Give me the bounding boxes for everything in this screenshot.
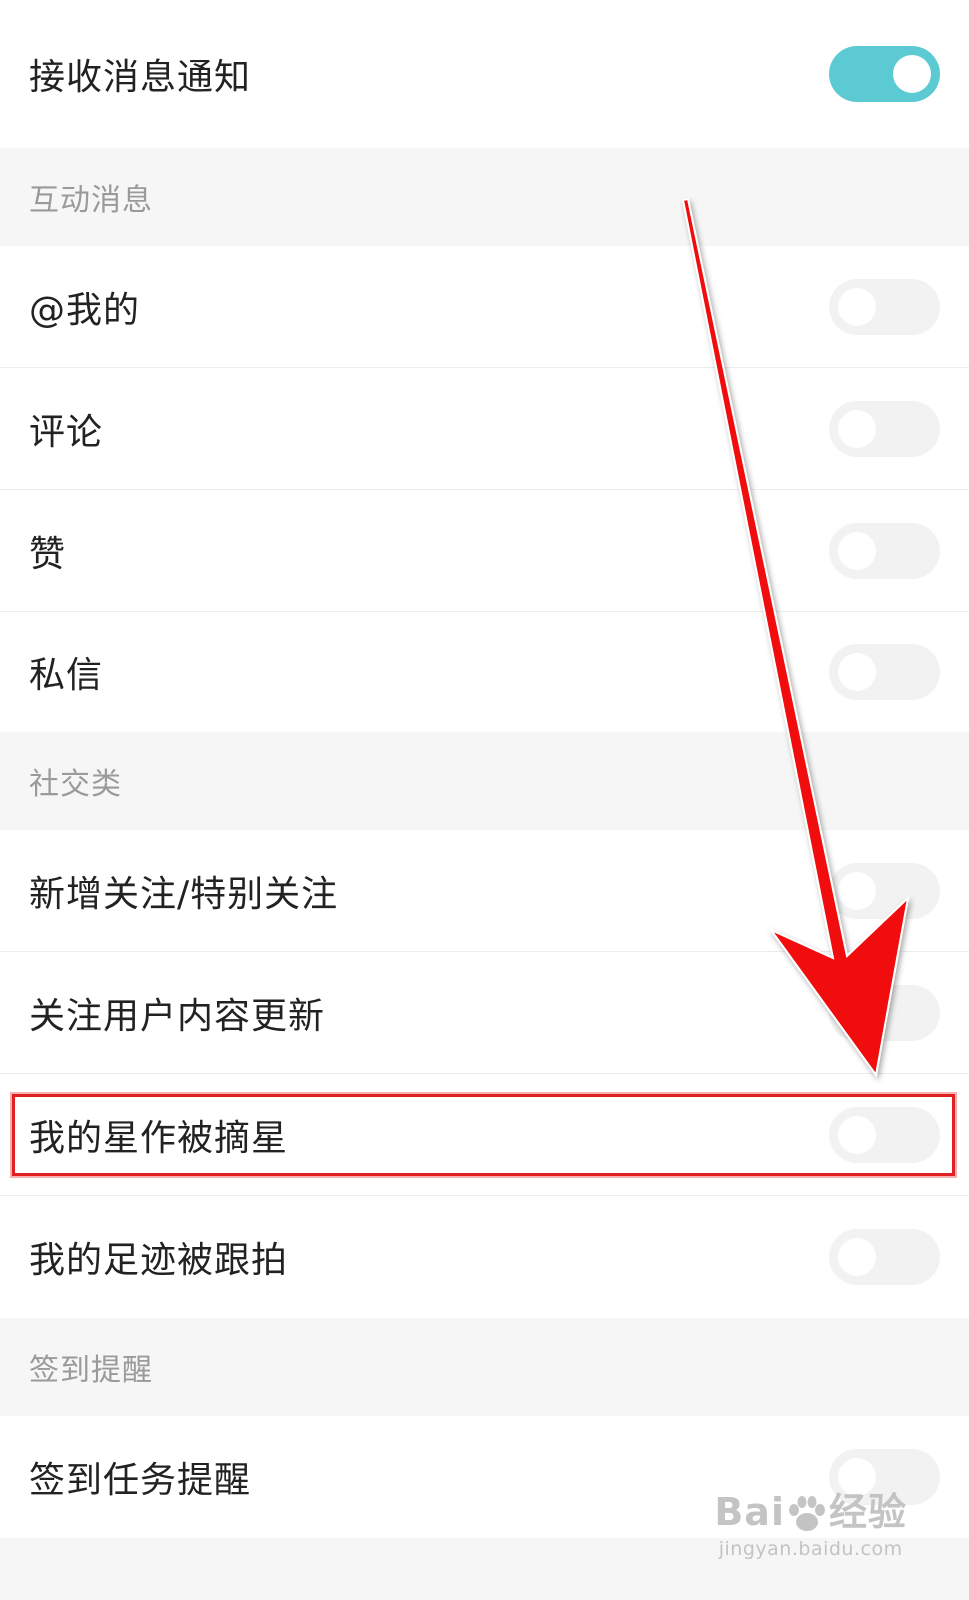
setting-label: 私信 — [29, 655, 104, 696]
star-work-starred-toggle[interactable] — [829, 1107, 940, 1163]
followed-updates-toggle[interactable] — [829, 985, 940, 1041]
toggle-knob — [838, 1238, 876, 1276]
setting-label: @我的 — [29, 290, 141, 331]
setting-row-comments[interactable]: 评论 — [0, 368, 969, 490]
setting-row-footprint-followed[interactable]: 我的足迹被跟拍 — [0, 1196, 969, 1318]
setting-label: 新增关注/特别关注 — [29, 874, 339, 915]
setting-label: 评论 — [29, 412, 104, 453]
section-title: 签到提醒 — [29, 1353, 153, 1388]
section-title: 社交类 — [29, 767, 122, 802]
toggle-knob — [838, 872, 876, 910]
receive-notifications-label: 接收消息通知 — [29, 57, 252, 98]
new-follows-toggle[interactable] — [829, 863, 940, 919]
section-header-checkin: 签到提醒 — [0, 1318, 969, 1416]
setting-row-likes[interactable]: 赞 — [0, 490, 969, 612]
setting-label: 赞 — [29, 534, 67, 575]
toggle-knob — [893, 55, 931, 93]
receive-notifications-toggle[interactable] — [829, 46, 940, 102]
setting-row-checkin-reminder[interactable]: 签到任务提醒 — [0, 1416, 969, 1538]
toggle-knob — [838, 1458, 876, 1496]
setting-row-mentions[interactable]: @我的 — [0, 246, 969, 368]
setting-row-private-messages[interactable]: 私信 — [0, 612, 969, 732]
footprint-followed-toggle[interactable] — [829, 1229, 940, 1285]
setting-row-star-work-starred[interactable]: 我的星作被摘星 — [0, 1074, 969, 1196]
checkin-reminder-toggle[interactable] — [829, 1449, 940, 1505]
section-title: 互动消息 — [29, 183, 153, 218]
toggle-knob — [838, 532, 876, 570]
setting-row-new-follows[interactable]: 新增关注/特别关注 — [0, 830, 969, 952]
setting-label: 我的足迹被跟拍 — [29, 1240, 289, 1281]
setting-row-followed-updates[interactable]: 关注用户内容更新 — [0, 952, 969, 1074]
setting-label: 我的星作被摘星 — [29, 1118, 289, 1159]
toggle-knob — [838, 288, 876, 326]
likes-toggle[interactable] — [829, 523, 940, 579]
toggle-knob — [838, 653, 876, 691]
bottom-spacer — [0, 1538, 969, 1600]
mentions-toggle[interactable] — [829, 279, 940, 335]
setting-label: 签到任务提醒 — [29, 1460, 252, 1501]
private-messages-toggle[interactable] — [829, 644, 940, 700]
toggle-knob — [838, 410, 876, 448]
toggle-knob — [838, 1116, 876, 1154]
setting-label: 关注用户内容更新 — [29, 996, 326, 1037]
toggle-knob — [838, 994, 876, 1032]
section-header-interaction: 互动消息 — [0, 148, 969, 246]
section-header-social: 社交类 — [0, 732, 969, 830]
receive-notifications-row[interactable]: 接收消息通知 — [0, 0, 969, 148]
comments-toggle[interactable] — [829, 401, 940, 457]
